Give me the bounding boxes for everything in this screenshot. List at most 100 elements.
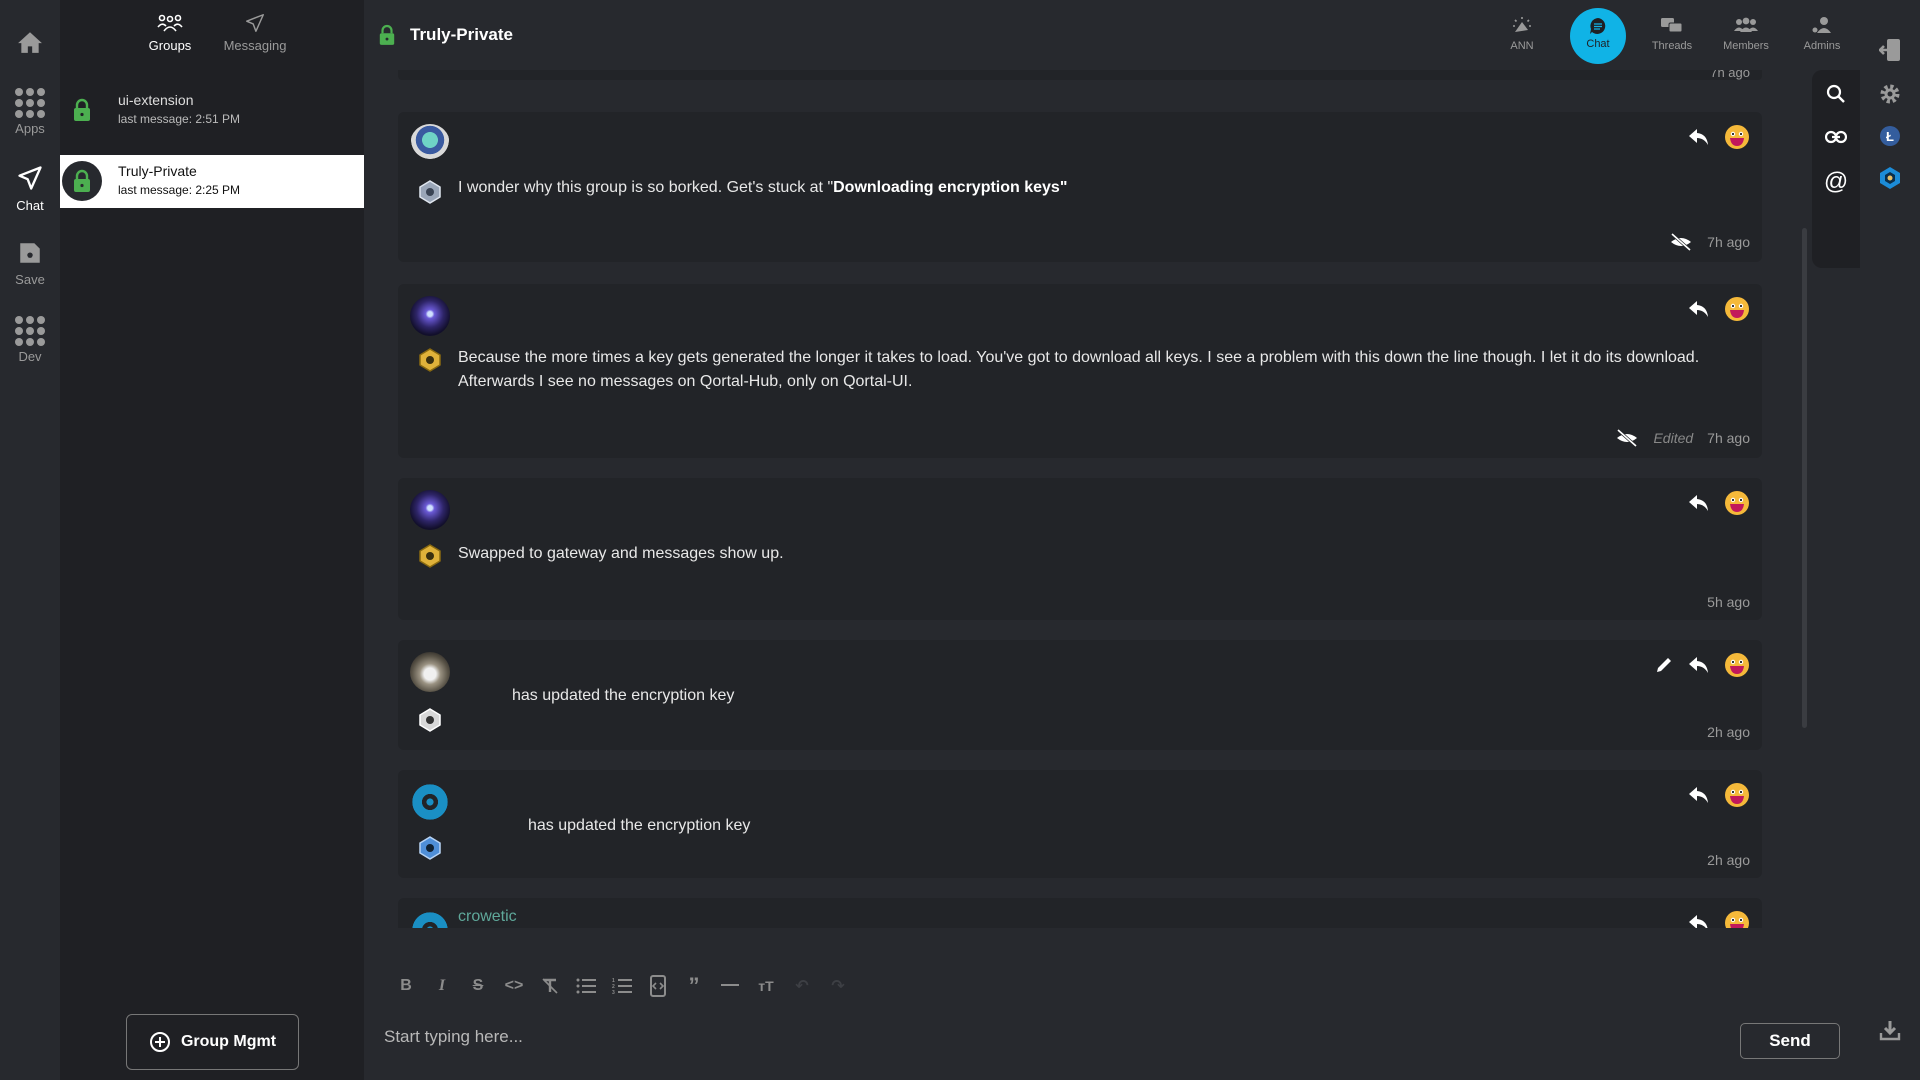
message-timestamp: 7h ago — [1707, 430, 1750, 446]
page-title: Truly-Private — [410, 25, 513, 44]
chat-messages: 7h ago I wonder why this group is so bor… — [364, 70, 1810, 928]
text-size-button[interactable]: тT — [754, 974, 778, 998]
blockquote-button[interactable]: ” — [682, 973, 706, 998]
rail-dev[interactable]: Dev — [0, 312, 60, 364]
right-rail: Ł — [1860, 0, 1920, 1080]
chat-tools-panel: @ — [1812, 70, 1860, 268]
qortal-icon[interactable] — [1876, 164, 1904, 192]
link-icon[interactable] — [1824, 125, 1848, 149]
message-text: Swapped to gateway and messages show up. — [458, 545, 784, 562]
undo-button[interactable]: ↶ — [790, 974, 814, 998]
svg-text:3: 3 — [612, 990, 615, 994]
group-last-message: last message: 2:51 PM — [118, 112, 241, 126]
settings-gear-icon[interactable] — [1876, 80, 1904, 108]
rail-save[interactable]: Save — [0, 240, 60, 287]
message-footer: 5h ago — [1707, 594, 1750, 610]
logout-icon[interactable] — [1876, 36, 1904, 64]
message-footer: Edited 7h ago — [1615, 428, 1750, 448]
lock-icon-wrap — [62, 90, 102, 130]
add-circle-icon — [149, 1032, 170, 1052]
reply-icon[interactable] — [1688, 786, 1710, 804]
download-icon[interactable] — [1876, 1016, 1904, 1044]
group-item-ui-extension[interactable]: ui-extension last message: 2:51 PM — [60, 84, 364, 137]
rail-home[interactable] — [0, 30, 60, 57]
members-icon — [1734, 17, 1758, 32]
message-card: has updated the encryption key 2h ago — [398, 640, 1762, 750]
clear-format-button[interactable] — [538, 974, 562, 998]
message-text: Because the more times a key gets genera… — [458, 349, 1700, 390]
threads-icon — [1661, 18, 1683, 33]
message-card: crowetic — [398, 898, 1762, 928]
dev-grid-icon — [15, 316, 45, 346]
message-text: has updated the encryption key — [528, 817, 751, 834]
edited-label: Edited — [1653, 430, 1694, 446]
tab-groups[interactable]: Groups — [130, 12, 210, 53]
reply-icon[interactable] — [1688, 494, 1710, 512]
italic-button[interactable]: I — [430, 974, 454, 998]
emoji-reaction-icon[interactable] — [1724, 652, 1750, 678]
tab-chat[interactable]: Chat — [1570, 8, 1626, 64]
reply-icon[interactable] — [1688, 128, 1710, 146]
emoji-reaction-icon[interactable] — [1724, 296, 1750, 322]
reply-icon[interactable] — [1688, 656, 1710, 674]
emoji-reaction-icon[interactable] — [1724, 782, 1750, 808]
rail-apps-label: Apps — [15, 121, 45, 136]
group-mgmt-button[interactable]: Group Mgmt — [126, 1014, 299, 1070]
tab-messaging[interactable]: Messaging — [215, 12, 295, 53]
at-mention-icon[interactable]: @ — [1824, 168, 1848, 195]
reply-icon[interactable] — [1688, 914, 1710, 928]
tab-ann-label: ANN — [1510, 40, 1534, 52]
code-block-button[interactable] — [646, 974, 670, 998]
message-username[interactable]: crowetic — [458, 908, 517, 926]
message-timestamp: 7h ago — [1707, 234, 1750, 250]
inline-code-button[interactable]: <> — [502, 974, 526, 998]
tab-members[interactable]: Members — [1714, 10, 1778, 52]
message-text: I wonder why this group is so borked. Ge… — [458, 176, 1712, 200]
tab-admins[interactable]: Admins — [1790, 10, 1854, 52]
message-timestamp: 5h ago — [1707, 594, 1750, 610]
rail-chat[interactable]: Chat — [0, 164, 60, 213]
redo-button[interactable]: ↷ — [826, 974, 850, 998]
group-item-truly-private[interactable]: Truly-Private last message: 2:25 PM — [60, 155, 364, 208]
message-footer: 2h ago — [1707, 852, 1750, 868]
bullet-list-button[interactable] — [574, 974, 598, 998]
level-badge-icon — [419, 836, 441, 860]
emoji-reaction-icon[interactable] — [1724, 910, 1750, 928]
horizontal-rule-button[interactable] — [718, 974, 742, 998]
reply-icon[interactable] — [1688, 300, 1710, 318]
tab-ann[interactable]: ANN — [1490, 10, 1554, 52]
message-actions — [1688, 124, 1750, 150]
previous-message-stub: 7h ago — [398, 70, 1762, 80]
emoji-reaction-icon[interactable] — [1724, 490, 1750, 516]
announcement-icon — [1513, 17, 1531, 32]
group-mgmt-label: Group Mgmt — [180, 1033, 277, 1050]
message-card: Because the more times a key gets genera… — [398, 284, 1762, 458]
rail-save-label: Save — [15, 272, 45, 287]
message-actions — [1688, 490, 1750, 516]
message-footer: 2h ago — [1707, 724, 1750, 740]
litecoin-icon[interactable]: Ł — [1876, 122, 1904, 150]
strikethrough-button[interactable]: S — [466, 974, 490, 998]
chat-scrollbar[interactable] — [1802, 228, 1807, 728]
tab-admins-label: Admins — [1803, 40, 1841, 52]
groups-panel: Groups Messaging ui-extension last messa… — [60, 0, 364, 1080]
tab-threads[interactable]: Threads — [1640, 10, 1704, 52]
bold-button[interactable]: B — [394, 974, 418, 998]
home-icon — [18, 32, 42, 53]
chat-header: Truly-Private ANN Chat Threads Members A… — [364, 0, 1860, 70]
groups-icon — [157, 14, 183, 32]
avatar — [410, 910, 450, 928]
message-composer: B I S <> 123 ” тT ↶ ↷ Send — [364, 928, 1860, 1080]
search-icon[interactable] — [1824, 82, 1848, 106]
message-input[interactable] — [384, 1020, 1684, 1054]
lock-icon — [74, 169, 90, 192]
tab-groups-label: Groups — [148, 38, 192, 53]
tab-members-label: Members — [1723, 40, 1769, 52]
ordered-list-button[interactable]: 123 — [610, 974, 634, 998]
level-badge-icon — [419, 708, 441, 732]
message-text: has updated the encryption key — [512, 687, 735, 704]
edit-pencil-icon[interactable] — [1654, 655, 1674, 675]
rail-apps[interactable]: Apps — [0, 84, 60, 136]
emoji-reaction-icon[interactable] — [1724, 124, 1750, 150]
send-button[interactable]: Send — [1740, 1023, 1840, 1059]
